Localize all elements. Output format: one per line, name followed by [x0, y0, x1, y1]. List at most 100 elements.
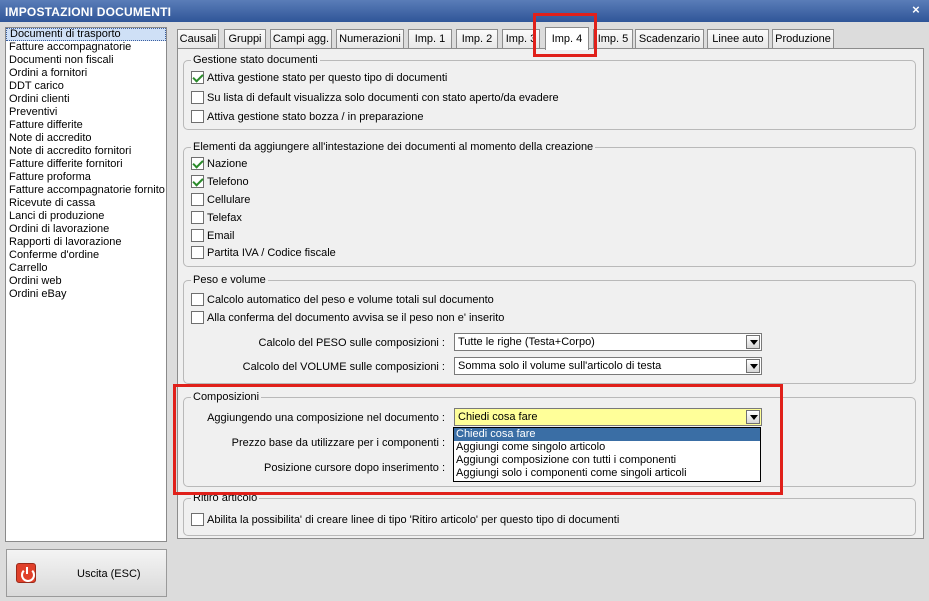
- tab-campi-agg[interactable]: Campi agg.: [270, 29, 332, 49]
- group-title: Elementi da aggiungere all'intestazione …: [191, 141, 596, 153]
- checkbox-stato-bozza[interactable]: Attiva gestione stato bozza / in prepara…: [191, 109, 424, 125]
- group-title: Ritiro articolo: [191, 492, 260, 504]
- list-item[interactable]: DDT carico: [6, 80, 166, 93]
- checkbox-icon: [191, 192, 204, 206]
- list-item[interactable]: Fatture proforma: [6, 171, 166, 184]
- exit-button[interactable]: Uscita (ESC): [6, 549, 167, 597]
- list-item[interactable]: Note di accredito fornitori: [6, 145, 166, 158]
- tab-imp-3[interactable]: Imp. 3: [502, 29, 540, 49]
- tab-numerazioni[interactable]: Numerazioni: [336, 29, 404, 49]
- checkbox-telefax[interactable]: Telefax: [191, 210, 242, 226]
- list-item[interactable]: Carrello: [6, 262, 166, 275]
- tab-imp-2[interactable]: Imp. 2: [456, 29, 498, 49]
- checkbox-icon: [191, 70, 204, 84]
- chevron-down-icon[interactable]: [746, 410, 760, 424]
- group-title: Gestione stato documenti: [191, 54, 320, 66]
- checkbox-telefono[interactable]: Telefono: [191, 174, 249, 190]
- tab-linee-auto[interactable]: Linee auto: [707, 29, 769, 49]
- checkbox-icon: [191, 174, 204, 188]
- checkbox-label: Telefax: [207, 212, 242, 224]
- volume-select-value: Somma solo il volume sull'articolo di te…: [458, 360, 662, 372]
- checkbox-email[interactable]: Email: [191, 228, 235, 244]
- checkbox-icon: [191, 90, 204, 104]
- list-item[interactable]: Ordini a fornitori: [6, 67, 166, 80]
- exit-button-label: Uscita (ESC): [77, 568, 141, 580]
- dropdown-option[interactable]: Aggiungi solo i componenti come singoli …: [454, 467, 760, 480]
- checkbox-label: Abilita la possibilita' di creare linee …: [207, 514, 620, 526]
- checkbox-icon: [191, 512, 204, 526]
- checkbox-icon: [191, 109, 204, 123]
- volume-select[interactable]: Somma solo il volume sull'articolo di te…: [454, 357, 762, 375]
- checkbox-label: Nazione: [207, 158, 248, 170]
- list-item[interactable]: Fatture accompagnatorie: [6, 41, 166, 54]
- list-item[interactable]: Lanci di produzione: [6, 210, 166, 223]
- posizione-cursore-label: Posizione cursore dopo inserimento :: [264, 462, 445, 474]
- checkbox-ritiro-articolo[interactable]: Abilita la possibilita' di creare linee …: [191, 512, 620, 528]
- checkbox-avvisa-peso[interactable]: Alla conferma del documento avvisa se il…: [191, 310, 505, 326]
- dropdown-option[interactable]: Aggiungi composizione con tutti i compon…: [454, 454, 760, 467]
- list-item[interactable]: Ordini web: [6, 275, 166, 288]
- window-titlebar: IMPOSTAZIONI DOCUMENTI ×: [0, 0, 929, 22]
- document-type-list[interactable]: Documenti di trasporto Fatture accompagn…: [5, 27, 167, 542]
- peso-select-value: Tutte le righe (Testa+Corpo): [458, 336, 595, 348]
- group-title: Peso e volume: [191, 274, 268, 286]
- tab-imp-4[interactable]: Imp. 4: [545, 27, 589, 50]
- checkbox-label: Cellulare: [207, 194, 251, 206]
- checkbox-partita-iva[interactable]: Partita IVA / Codice fiscale: [191, 245, 336, 261]
- checkbox-label: Attiva gestione stato bozza / in prepara…: [207, 111, 424, 123]
- checkbox-cellulare[interactable]: Cellulare: [191, 192, 251, 208]
- checkbox-icon: [191, 156, 204, 170]
- volume-label: Calcolo del VOLUME sulle composizioni :: [242, 361, 445, 373]
- list-item[interactable]: Documenti non fiscali: [6, 54, 166, 67]
- tab-imp-5[interactable]: Imp. 5: [593, 29, 633, 49]
- peso-select[interactable]: Tutte le righe (Testa+Corpo): [454, 333, 762, 351]
- group-gestione-stato: Gestione stato documenti Attiva gestione…: [183, 54, 916, 130]
- list-item[interactable]: Ordini di lavorazione: [6, 223, 166, 236]
- checkbox-icon: [191, 310, 204, 324]
- checkbox-label: Su lista di default visualizza solo docu…: [207, 92, 559, 104]
- dropdown-option[interactable]: Aggiungi come singolo articolo: [454, 441, 760, 454]
- list-item[interactable]: Preventivi: [6, 106, 166, 119]
- tab-imp-1[interactable]: Imp. 1: [408, 29, 452, 49]
- window-title: IMPOSTAZIONI DOCUMENTI: [5, 5, 172, 19]
- checkbox-label: Attiva gestione stato per questo tipo di…: [207, 72, 448, 84]
- tab-gruppi[interactable]: Gruppi: [224, 29, 266, 49]
- list-item[interactable]: Ordini clienti: [6, 93, 166, 106]
- group-peso-volume: Peso e volume Calcolo automatico del pes…: [183, 274, 916, 384]
- chevron-down-icon[interactable]: [746, 335, 760, 349]
- list-item[interactable]: Ricevute di cassa: [6, 197, 166, 210]
- checkbox-label: Partita IVA / Codice fiscale: [207, 247, 336, 259]
- checkbox-icon: [191, 292, 204, 306]
- checkbox-label: Calcolo automatico del peso e volume tot…: [207, 294, 494, 306]
- checkbox-attiva-gestione-stato[interactable]: Attiva gestione stato per questo tipo di…: [191, 70, 448, 86]
- checkbox-label: Alla conferma del documento avvisa se il…: [207, 312, 505, 324]
- list-item[interactable]: Note di accredito: [6, 132, 166, 145]
- list-item[interactable]: Documenti di trasporto: [6, 28, 166, 41]
- checkbox-label: Telefono: [207, 176, 249, 188]
- checkbox-nazione[interactable]: Nazione: [191, 156, 248, 172]
- tab-produzione[interactable]: Produzione: [772, 29, 834, 49]
- list-item[interactable]: Conferme d'ordine: [6, 249, 166, 262]
- group-title: Composizioni: [191, 391, 262, 403]
- list-item[interactable]: Rapporti di lavorazione: [6, 236, 166, 249]
- list-item[interactable]: Fatture accompagnatorie fornito: [6, 184, 166, 197]
- group-intestazione: Elementi da aggiungere all'intestazione …: [183, 141, 916, 267]
- checkbox-calcolo-automatico-peso[interactable]: Calcolo automatico del peso e volume tot…: [191, 292, 494, 308]
- group-ritiro-articolo: Ritiro articolo Abilita la possibilita' …: [183, 492, 916, 536]
- list-item[interactable]: Fatture differite fornitori: [6, 158, 166, 171]
- chevron-down-icon[interactable]: [746, 359, 760, 373]
- close-icon[interactable]: ×: [909, 3, 923, 17]
- aggiungendo-select[interactable]: Chiedi cosa fare: [454, 408, 762, 426]
- tab-causali[interactable]: Causali: [177, 29, 219, 49]
- checkbox-label: Email: [207, 230, 235, 242]
- aggiungendo-select-value: Chiedi cosa fare: [458, 411, 538, 423]
- dropdown-option[interactable]: Chiedi cosa fare: [454, 428, 760, 441]
- prezzo-base-label: Prezzo base da utilizzare per i componen…: [231, 437, 445, 449]
- aggiungendo-dropdown-list[interactable]: Chiedi cosa fare Aggiungi come singolo a…: [453, 427, 761, 482]
- tab-scadenzario[interactable]: Scadenzario: [635, 29, 704, 49]
- checkbox-icon: [191, 245, 204, 259]
- peso-label: Calcolo del PESO sulle composizioni :: [258, 337, 445, 349]
- list-item[interactable]: Ordini eBay: [6, 288, 166, 301]
- list-item[interactable]: Fatture differite: [6, 119, 166, 132]
- checkbox-solo-stato-aperto[interactable]: Su lista di default visualizza solo docu…: [191, 90, 559, 106]
